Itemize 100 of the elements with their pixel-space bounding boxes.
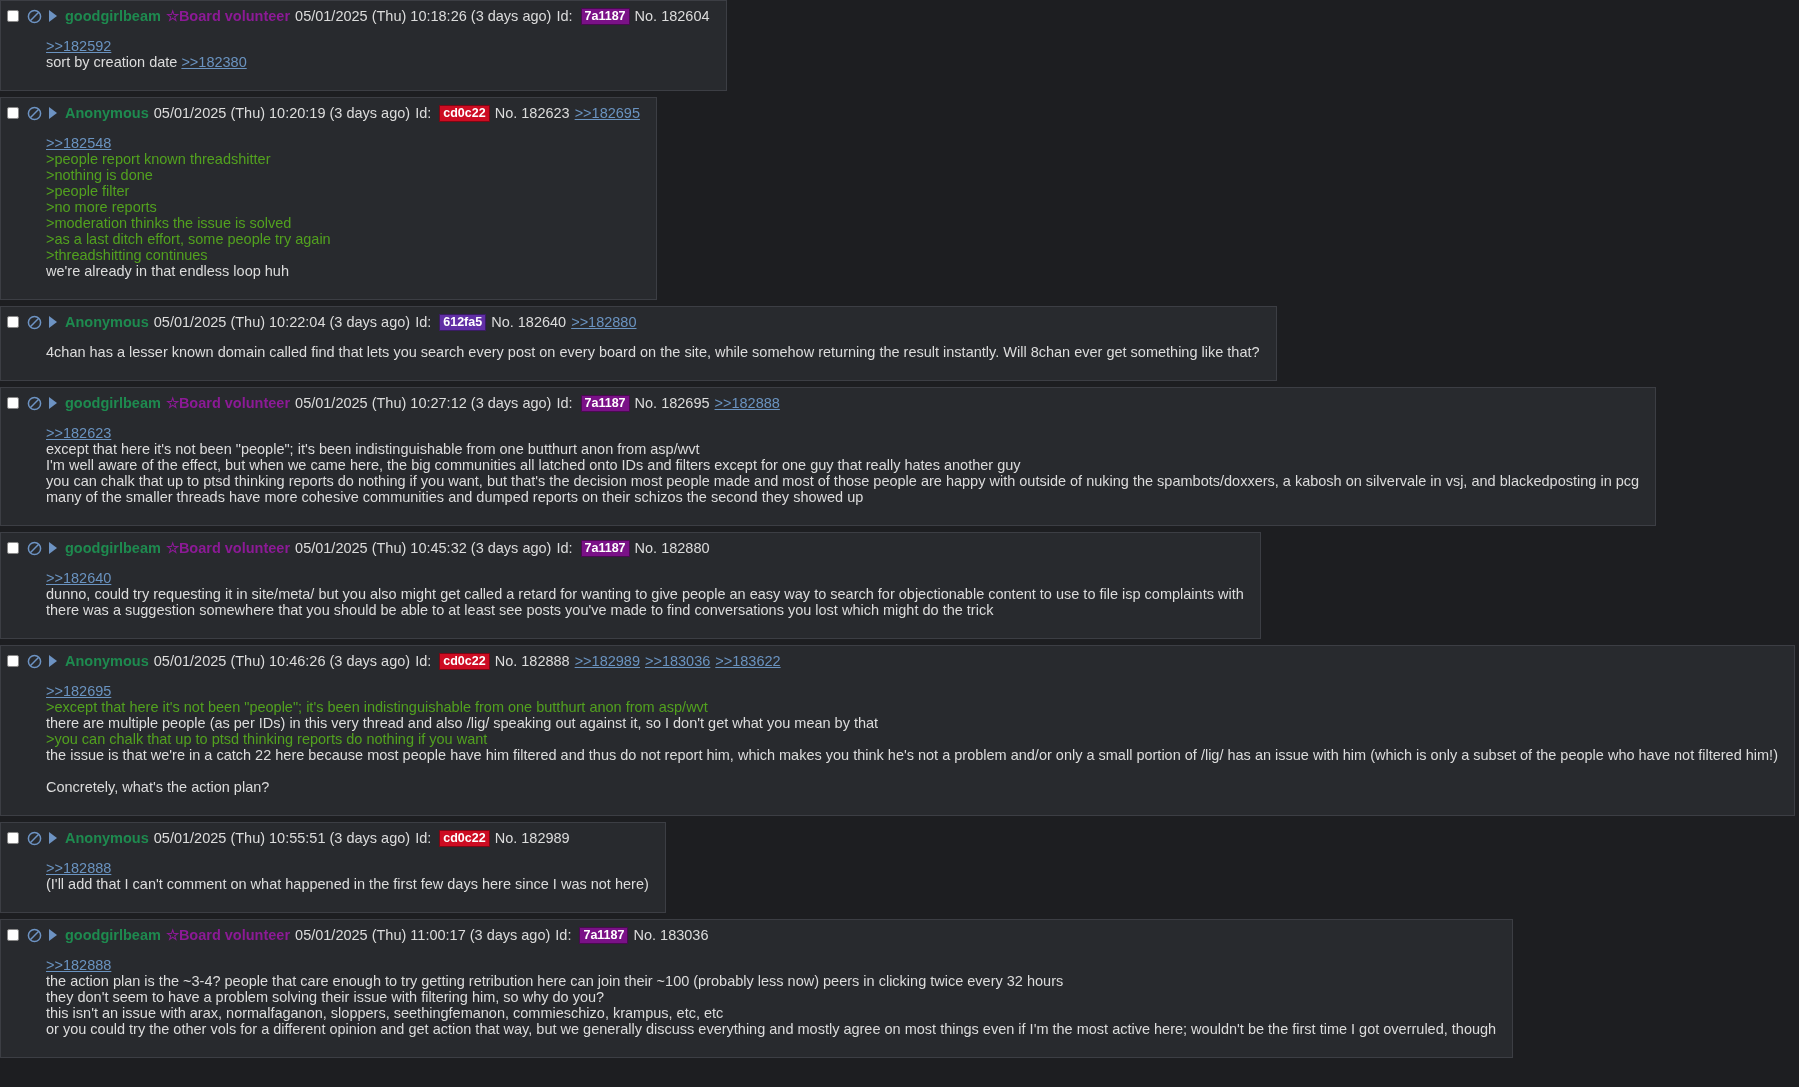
id-label: Id: <box>415 314 432 330</box>
checkbox[interactable] <box>7 542 19 554</box>
id-label: Id: <box>555 927 572 943</box>
post-text: they don't seem to have a problem solving their issue with filtering him, so why do you? <box>46 989 605 1005</box>
expand-arrow-icon[interactable] <box>49 316 57 328</box>
post-text: the action plan is the ~3-4? people that care enough to try getting retribution here can join their ~100 (probably less now) peers in clicking twice every 32 hours <box>46 973 1064 989</box>
id-label: Id: <box>415 653 432 669</box>
capcode-label: ☆Board volunteer <box>165 927 291 943</box>
quote-link[interactable]: >>182380 <box>181 54 247 70</box>
id-badge: 7a1187 <box>579 926 629 944</box>
hide-icon[interactable] <box>27 314 42 330</box>
hide-icon[interactable] <box>27 653 42 669</box>
post-text: sort by creation date <box>46 54 178 70</box>
checkbox[interactable] <box>7 655 19 667</box>
hide-icon[interactable] <box>27 8 42 24</box>
checkbox[interactable] <box>7 397 19 409</box>
quote-link[interactable]: >>182888 <box>46 957 112 973</box>
quote-link[interactable]: >>182888 <box>46 860 112 876</box>
greentext-line: >moderation thinks the issue is solved <box>46 215 292 231</box>
poster-name: goodgirlbeam <box>65 395 161 411</box>
backlink[interactable]: >>182989 <box>574 653 640 669</box>
post-text: Concretely, what's the action plan? <box>46 779 270 795</box>
post-text: many of the smaller threads have more cohesive communities and dumped reports on their schizos the second they showed up <box>46 489 864 505</box>
post-number: No. 182604 <box>634 8 710 24</box>
checkbox[interactable] <box>7 832 19 844</box>
quote-link[interactable]: >>182592 <box>46 38 112 54</box>
post-text: there was a suggestion somewhere that you should be able to at least see posts you've made to find conversations you lost which might do the trick <box>46 602 994 618</box>
post-date: 05/01/2025 (Thu) 10:22:04 (3 days ago) <box>153 314 411 330</box>
greentext-line: >you can chalk that up to ptsd thinking reports do nothing if you want <box>46 731 488 747</box>
id-badge: 7a1187 <box>580 539 630 557</box>
expand-arrow-icon[interactable] <box>49 397 57 409</box>
post-number: No. 182880 <box>634 540 710 556</box>
backlink[interactable]: >>182888 <box>714 395 780 411</box>
id-badge: cd0c22 <box>439 829 490 847</box>
id-label: Id: <box>556 540 573 556</box>
post-date: 05/01/2025 (Thu) 10:20:19 (3 days ago) <box>153 105 411 121</box>
hide-icon[interactable] <box>27 540 42 556</box>
greentext-line: >except that here it's not been "people"; it's been indistinguishable from one butthurt anon from asp/wvt <box>46 699 708 715</box>
checkbox[interactable] <box>7 929 19 941</box>
post-number: No. 183036 <box>633 927 709 943</box>
post-number: No. 182989 <box>494 830 570 846</box>
id-badge: 7a1187 <box>580 7 630 25</box>
capcode-label: ☆Board volunteer <box>165 540 291 556</box>
post-date: 05/01/2025 (Thu) 10:45:32 (3 days ago) <box>295 540 552 556</box>
post-text: or you could try the other vols for a different opinion and get action that way, but we generally discuss everything and mostly agree on most things even if I'm the most active here; wouldn't be the first time I got overruled, though <box>46 1021 1497 1037</box>
backlink[interactable]: >>183036 <box>644 653 711 669</box>
hide-icon[interactable] <box>27 830 42 846</box>
id-badge: 7a1187 <box>580 394 630 412</box>
expand-arrow-icon[interactable] <box>49 929 57 941</box>
checkbox[interactable] <box>7 10 19 22</box>
hide-icon[interactable] <box>27 395 42 411</box>
post-text: 4chan has a lesser known domain called find that lets you search every post on every board on the site, while somehow returning the result instantly. Will 8chan ever get something like that? <box>46 344 1260 360</box>
backlink[interactable]: >>182695 <box>574 105 640 121</box>
poster-name: goodgirlbeam <box>65 927 161 943</box>
post-date: 05/01/2025 (Thu) 11:00:17 (3 days ago) <box>295 927 551 943</box>
post-date: 05/01/2025 (Thu) 10:18:26 (3 days ago) <box>295 8 552 24</box>
post-date: 05/01/2025 (Thu) 10:55:51 (3 days ago) <box>153 830 411 846</box>
id-label: Id: <box>415 830 432 846</box>
backlink[interactable]: >>183622 <box>715 653 781 669</box>
poster-name: Anonymous <box>65 653 149 669</box>
checkbox[interactable] <box>7 316 19 328</box>
post-text: this isn't an issue with arax, normalfaganon, sloppers, seethingfemanon, commieschizo, krampus, etc, etc <box>46 1005 724 1021</box>
greentext-line: >people filter <box>46 183 130 199</box>
post-text: there are multiple people (as per IDs) in this very thread and also /lig/ speaking out against it, so I don't get what you mean by that <box>46 715 879 731</box>
post-text: except that here it's not been "people"; it's been indistinguishable from one butthurt anon from asp/wvt <box>46 441 700 457</box>
expand-arrow-icon[interactable] <box>49 655 57 667</box>
poster-name: Anonymous <box>65 314 149 330</box>
poster-name: goodgirlbeam <box>65 8 161 24</box>
greentext-line: >people report known threadshitter <box>46 151 271 167</box>
post-number: No. 182695 <box>634 395 710 411</box>
post-text: (I'll add that I can't comment on what happened in the first few days here since I was not here) <box>46 876 649 892</box>
hide-icon[interactable] <box>27 927 42 943</box>
greentext-line: >as a last ditch effort, some people try again <box>46 231 331 247</box>
expand-arrow-icon[interactable] <box>49 542 57 554</box>
id-label: Id: <box>556 395 573 411</box>
capcode-label: ☆Board volunteer <box>165 395 291 411</box>
greentext-line: >no more reports <box>46 199 157 215</box>
expand-arrow-icon[interactable] <box>49 832 57 844</box>
poster-name: goodgirlbeam <box>65 540 161 556</box>
quote-link[interactable]: >>182623 <box>46 425 112 441</box>
expand-arrow-icon[interactable] <box>49 10 57 22</box>
id-badge: cd0c22 <box>439 652 490 670</box>
post-text: the issue is that we're in a catch 22 here because most people have him filtered and thus do not report him, which makes you think he's not a problem and/or only a small portion of /lig/ has an issue with him (which is only a subset of the people who have not filtered him!) <box>46 747 1778 763</box>
id-label: Id: <box>556 8 573 24</box>
quote-link[interactable]: >>182548 <box>46 135 112 151</box>
expand-arrow-icon[interactable] <box>49 107 57 119</box>
greentext-line: >threadshitting continues <box>46 247 208 263</box>
quote-link[interactable]: >>182695 <box>46 683 112 699</box>
backlink[interactable]: >>182880 <box>571 314 637 330</box>
id-badge: 612fa5 <box>439 313 487 331</box>
post-text: dunno, could try requesting it in site/meta/ but you also might get called a retard for wanting to give people an easy way to search for objectionable content to use to file isp complaints with <box>46 586 1244 602</box>
quote-link[interactable]: >>182640 <box>46 570 112 586</box>
hide-icon[interactable] <box>27 105 42 121</box>
post-text: you can chalk that up to ptsd thinking reports do nothing if you want, but that's the decision most people made and most of those people are happy with outside of nuking the spambots/doxxers, a kabosh on silvervale in vsj, and blackedposting in pcg <box>46 473 1640 489</box>
capcode-label: ☆Board volunteer <box>165 8 291 24</box>
checkbox[interactable] <box>7 107 19 119</box>
post-text: I'm well aware of the effect, but when we came here, the big communities all latched onto IDs and filters except for one guy that really hates another guy <box>46 457 1021 473</box>
id-badge: cd0c22 <box>439 104 490 122</box>
post-number: No. 182888 <box>494 653 570 669</box>
poster-name: Anonymous <box>65 830 149 846</box>
